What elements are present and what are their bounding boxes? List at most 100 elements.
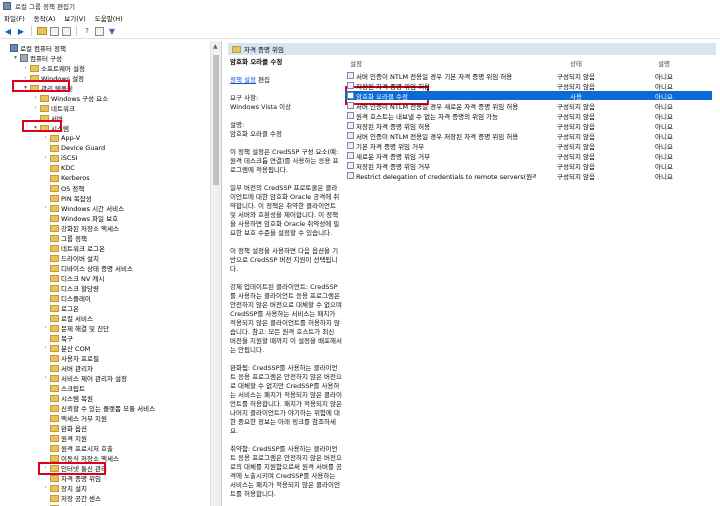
tree-node-label: 로컬 서비스	[61, 315, 93, 323]
tree-node[interactable]: › 네트워크	[32, 103, 75, 113]
policy-setting-link[interactable]: 정책 설정	[230, 76, 256, 84]
column-state[interactable]: 상태	[536, 58, 616, 69]
tree-node[interactable]: 사용자 프로필	[42, 353, 99, 363]
expand-icon[interactable]: ›	[42, 135, 49, 141]
folder-icon	[50, 494, 59, 502]
expand-icon[interactable]: ›	[32, 95, 39, 101]
tree-node[interactable]: 서버 관리자	[42, 363, 93, 373]
tree-node[interactable]: 디바이스 상태 증명 서비스	[42, 263, 133, 273]
tree-node[interactable]: 원격 지원	[42, 433, 87, 443]
tree-node-label: 로그온	[61, 305, 79, 313]
tree-node[interactable]: 신뢰할 수 있는 플랫폼 모듈 서비스	[42, 403, 155, 413]
table-row[interactable]: 저장된 자격 증명 위임 허용 구성되지 않음 아니요	[345, 81, 712, 91]
desc-paragraph: 완화됨: CredSSP를 사용하는 클라이언트 응용 프로그램은 안전하지 않…	[230, 364, 342, 435]
tree-scrollbar-thumb[interactable]	[213, 55, 219, 185]
table-row[interactable]: 원격 호스트는 내보낼 수 없는 자격 증명의 위임 가능 구성되지 않음 아니요	[345, 111, 712, 121]
tree-node[interactable]: 디스크 NV 캐시	[42, 273, 104, 283]
table-row[interactable]: 기본 자격 증명 위임 거부 구성되지 않음 아니요	[345, 141, 712, 151]
expand-icon[interactable]: ›	[42, 205, 49, 211]
tree-node[interactable]: 드라이버 설치	[42, 253, 99, 263]
table-row[interactable]: 서버 인증이 NTLM 전용일 경우 기본 자격 증명 위임 허용 구성되지 않음…	[345, 71, 712, 81]
export-list-icon[interactable]	[62, 26, 71, 36]
table-row[interactable]: 서버 인증이 NTLM 전용일 경우 저장된 자격 증명 위임 허용 구성되지 않…	[345, 131, 712, 141]
tree-node[interactable]: › 서비스 제어 관리자 설정	[42, 373, 127, 383]
collapse-icon[interactable]: ▾	[12, 55, 19, 61]
desc-paragraph: 설명: 암호화 오라클 수정	[230, 121, 282, 138]
tree-node[interactable]: 네트워크 로그온	[42, 243, 105, 253]
tree-node[interactable]: 디스플레이	[42, 293, 91, 303]
menu-file[interactable]: 파일(F)	[4, 13, 25, 23]
tree-node[interactable]: 액세스 거부 지원	[42, 413, 107, 423]
tree-node[interactable]: PIN 복잡성	[42, 193, 92, 203]
expand-icon[interactable]: ›	[32, 105, 39, 111]
folder-icon[interactable]	[37, 27, 47, 35]
expand-icon[interactable]: ›	[42, 485, 49, 491]
expand-icon[interactable]: ›	[42, 345, 49, 351]
tree-node[interactable]: ▾ 컴퓨터 구성	[12, 53, 62, 63]
desc-paragraph: 일부 버전의 CredSSP 프로토콜은 클라이언트에 대한 암호화 Oracl…	[230, 184, 340, 237]
expand-icon[interactable]: ›	[42, 325, 49, 331]
menu-help[interactable]: 도움말(H)	[95, 13, 123, 23]
tree-node[interactable]: 복구	[42, 333, 73, 343]
folder-icon	[50, 434, 59, 442]
tree-node[interactable]: › 장치 설치	[42, 483, 87, 493]
tree-node[interactable]: 원격 프로시저 호출	[42, 443, 113, 453]
setting-icon	[347, 132, 354, 139]
tree-scrollbar[interactable]: ▲	[210, 41, 221, 506]
properties-icon[interactable]	[95, 26, 104, 36]
tree-node[interactable]: Windows 파일 보호	[42, 213, 118, 223]
tree-node[interactable]: 스크립트	[42, 383, 85, 393]
tree-node[interactable]: 완화 옵션	[42, 423, 87, 433]
forward-icon[interactable]: ▶	[16, 26, 26, 36]
toolbar-divider	[76, 26, 77, 36]
state-cell: 구성되지 않음	[557, 112, 595, 121]
tree-node[interactable]: KDC	[42, 163, 75, 173]
description-cell: 아니요	[655, 112, 673, 121]
setting-icon	[347, 122, 354, 129]
tree-node[interactable]: Device Guard	[42, 143, 105, 153]
menu-action[interactable]: 동작(A)	[34, 13, 55, 23]
tree-node[interactable]: 로컬 컴퓨터 정책	[2, 43, 66, 53]
help-icon[interactable]: ?	[82, 26, 92, 36]
tree-node[interactable]: › 소프트웨어 설정	[22, 63, 85, 73]
tree-node[interactable]: 디스크 할당량	[42, 283, 99, 293]
folder-icon	[50, 194, 59, 202]
tree-node[interactable]: OS 정책	[42, 183, 84, 193]
tree-node[interactable]: › App-V	[42, 133, 80, 143]
tree-node[interactable]: › iSCSI	[42, 153, 77, 163]
state-cell: 구성되지 않음	[557, 142, 595, 151]
expand-icon[interactable]: ›	[22, 65, 29, 71]
tree-node[interactable]: › Windows 구성 요소	[32, 93, 108, 103]
tree-node[interactable]: Kerberos	[42, 173, 90, 183]
tree-node[interactable]: 그룹 정책	[42, 233, 87, 243]
column-setting[interactable]: 설정	[345, 58, 536, 69]
table-row[interactable]: 새로운 자격 증명 위임 거부 구성되지 않음 아니요	[345, 151, 712, 161]
highlight-admin-templates	[12, 80, 70, 92]
table-row[interactable]: 저장된 자격 증명 위임 허용 구성되지 않음 아니요	[345, 121, 712, 131]
column-description[interactable]: 설명	[616, 58, 712, 69]
menu-view[interactable]: 보기(V)	[64, 13, 85, 23]
filter-icon[interactable]: ▼	[107, 26, 117, 36]
table-row[interactable]: Restrict delegation of credentials to re…	[345, 171, 712, 181]
tree-node[interactable]: › Windows 시간 서비스	[42, 203, 124, 213]
tree-node[interactable]: 로그온	[42, 303, 79, 313]
setting-cell: 저장된 자격 증명 위임 허용	[345, 121, 536, 131]
tree-node[interactable]: › 문제 해결 및 진단	[42, 323, 109, 333]
toolbar-divider	[31, 26, 32, 36]
table-row[interactable]: 저장된 자격 증명 위임 거부 구성되지 않음 아니요	[345, 161, 712, 171]
tree-node-label: 디스플레이	[61, 295, 91, 303]
show-hide-tree-icon[interactable]	[50, 26, 59, 36]
back-icon[interactable]: ◀	[3, 26, 13, 36]
folder-icon	[50, 484, 59, 492]
scroll-up-icon[interactable]: ▲	[213, 43, 218, 50]
tree-node[interactable]: 강화된 저장소 액세스	[42, 223, 119, 233]
tree-node[interactable]: 로컬 서비스	[42, 313, 93, 323]
tree-node[interactable]: 저장 공간 센스	[42, 493, 101, 503]
table-row[interactable]: 서버 인증이 NTLM 전용일 경우 새로운 자격 증명 위임 허용 구성되지 않…	[345, 101, 712, 111]
table-row[interactable]: 암호화 오라클 수정 사용 아니요	[345, 91, 712, 101]
tree-node[interactable]: 시스템 복원	[42, 393, 93, 403]
tree-node[interactable]: › 분산 COM	[42, 343, 90, 353]
expand-icon[interactable]: ›	[42, 155, 49, 161]
tree-node-label: 원격 지원	[61, 435, 87, 443]
expand-icon[interactable]: ›	[42, 375, 49, 381]
